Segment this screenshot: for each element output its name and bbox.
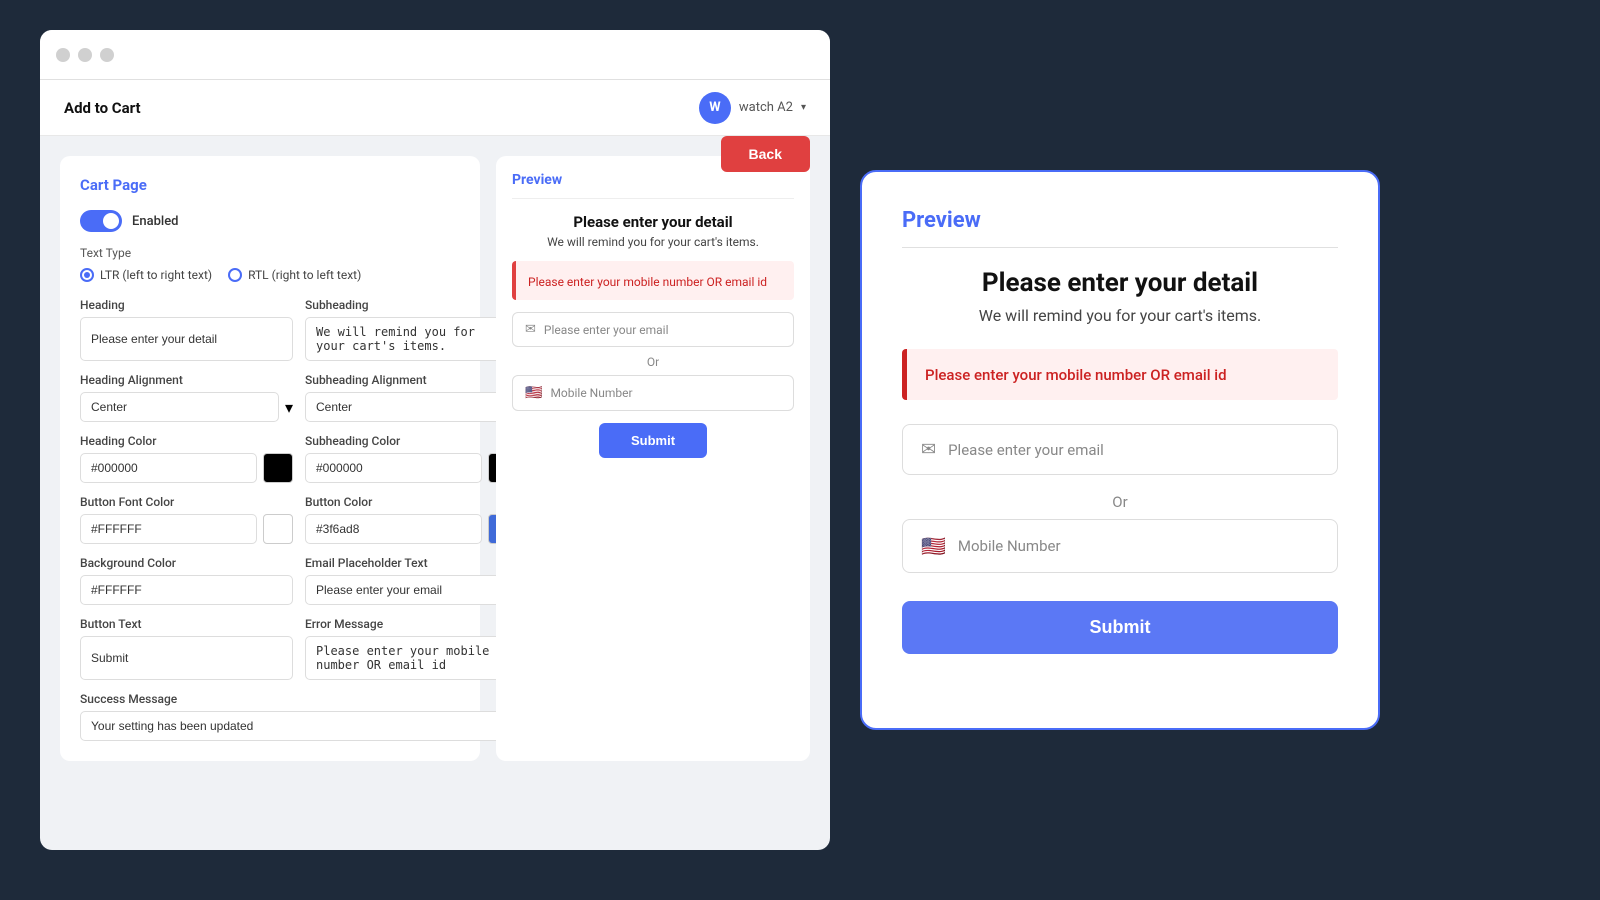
button-text-input[interactable]	[80, 636, 293, 680]
small-preview-mobile-input: 🇺🇸 Mobile Number	[512, 375, 794, 411]
large-preview-submit[interactable]: Submit	[902, 601, 1338, 654]
small-preview-or: Or	[512, 355, 794, 369]
small-preview-error-box: Please enter your mobile number OR email…	[512, 261, 794, 300]
subheading-color-input[interactable]	[305, 453, 482, 483]
large-preview-error-text: Please enter your mobile number OR email…	[925, 366, 1227, 384]
titlebar-dot-3	[100, 48, 114, 62]
heading-color-input[interactable]	[80, 453, 257, 483]
large-preview-mobile-input: 🇺🇸 Mobile Number	[902, 519, 1338, 573]
small-preview-error-text: Please enter your mobile number OR email…	[528, 275, 767, 289]
window-title: Add to Cart	[64, 99, 141, 117]
subheading-align-input[interactable]	[305, 392, 504, 422]
subheading-label: Subheading	[305, 298, 518, 312]
small-preview-subheading: We will remind you for your cart's items…	[512, 235, 794, 249]
heading-align-group: Heading Alignment ▾	[80, 373, 293, 422]
button-color-group: Button Color	[305, 495, 518, 544]
large-preview-title: Preview	[902, 208, 1338, 248]
large-preview-error-box: Please enter your mobile number OR email…	[902, 349, 1338, 400]
error-message-group: Error Message Please enter your mobile n…	[305, 617, 518, 680]
heading-align-input[interactable]	[80, 392, 279, 422]
email-placeholder-group: Email Placeholder Text	[305, 556, 518, 605]
large-preview-email-placeholder: Please enter your email	[948, 441, 1104, 459]
heading-color-swatch[interactable]	[263, 453, 293, 483]
subheading-align-label: Subheading Alignment	[305, 373, 518, 387]
large-preview-subheading: We will remind you for your cart's items…	[902, 306, 1338, 325]
button-font-color-swatch[interactable]	[263, 514, 293, 544]
ltr-radio[interactable]: LTR (left to right text)	[80, 268, 212, 282]
watch-badge[interactable]: W watch A2 ▾	[699, 92, 806, 124]
success-message-label: Success Message	[80, 692, 518, 706]
subheading-input[interactable]: We will remind you for your cart's items…	[305, 317, 518, 361]
heading-group: Heading	[80, 298, 293, 361]
large-us-flag-icon: 🇺🇸	[921, 534, 946, 558]
watch-label: watch A2	[739, 100, 793, 115]
back-button[interactable]: Back	[721, 136, 810, 172]
text-type-label: Text Type	[80, 246, 460, 260]
titlebar	[40, 30, 830, 80]
enabled-toggle[interactable]	[80, 210, 122, 232]
rtl-radio-circle	[228, 268, 242, 282]
subheading-color-label: Subheading Color	[305, 434, 518, 448]
error-message-input[interactable]: Please enter your mobile number OR email…	[305, 636, 518, 680]
background-color-input[interactable]	[80, 575, 293, 605]
main-window: Add to Cart W watch A2 ▾ Back Cart Page …	[40, 30, 830, 850]
envelope-icon: ✉	[525, 322, 536, 337]
cart-panel-title: Cart Page	[80, 176, 460, 194]
background-color-label: Background Color	[80, 556, 293, 570]
error-message-label: Error Message	[305, 617, 518, 631]
us-flag-icon: 🇺🇸	[525, 385, 542, 401]
large-preview-email-input: ✉ Please enter your email	[902, 424, 1338, 475]
large-preview-mobile-placeholder: Mobile Number	[958, 537, 1061, 555]
heading-align-chevron: ▾	[285, 398, 293, 417]
window-content: Back Cart Page Enabled Text Type LTR (le…	[40, 136, 830, 761]
success-message-group: Success Message	[80, 692, 518, 741]
small-preview-panel: Preview Please enter your detail We will…	[496, 156, 810, 761]
button-text-label: Button Text	[80, 617, 293, 631]
small-preview-mobile-placeholder: Mobile Number	[550, 386, 632, 400]
button-font-color-group: Button Font Color	[80, 495, 293, 544]
heading-input[interactable]	[80, 317, 293, 361]
background-color-group: Background Color	[80, 556, 293, 605]
large-preview-heading: Please enter your detail	[902, 268, 1338, 298]
ltr-radio-circle	[80, 268, 94, 282]
email-placeholder-input[interactable]	[305, 575, 518, 605]
small-preview-email-placeholder: Please enter your email	[544, 323, 669, 337]
button-font-color-input[interactable]	[80, 514, 257, 544]
heading-label: Heading	[80, 298, 293, 312]
button-text-group: Button Text	[80, 617, 293, 680]
heading-color-label: Heading Color	[80, 434, 293, 448]
button-color-input[interactable]	[305, 514, 482, 544]
large-envelope-icon: ✉	[921, 439, 936, 460]
large-preview-or: Or	[902, 493, 1338, 511]
rtl-label: RTL (right to left text)	[248, 268, 361, 282]
cart-panel: Cart Page Enabled Text Type LTR (left to…	[60, 156, 480, 761]
small-preview-email-input: ✉ Please enter your email	[512, 312, 794, 347]
subheading-color-group: Subheading Color	[305, 434, 518, 483]
small-preview-title: Preview	[512, 172, 794, 199]
small-preview-submit[interactable]: Submit	[599, 423, 707, 458]
large-preview-card: Preview Please enter your detail We will…	[860, 170, 1380, 730]
enabled-toggle-row: Enabled	[80, 210, 460, 232]
button-font-color-label: Button Font Color	[80, 495, 293, 509]
window-header: Add to Cart W watch A2 ▾	[40, 80, 830, 136]
titlebar-dot-2	[78, 48, 92, 62]
heading-align-label: Heading Alignment	[80, 373, 293, 387]
button-color-label: Button Color	[305, 495, 518, 509]
subheading-group: Subheading We will remind you for your c…	[305, 298, 518, 361]
text-type-radio-row: LTR (left to right text) RTL (right to l…	[80, 268, 460, 282]
success-message-input[interactable]	[80, 711, 518, 741]
small-preview-heading: Please enter your detail	[512, 213, 794, 231]
enabled-label: Enabled	[132, 214, 179, 229]
chevron-down-icon: ▾	[801, 102, 806, 113]
email-placeholder-label: Email Placeholder Text	[305, 556, 518, 570]
ltr-label: LTR (left to right text)	[100, 268, 212, 282]
heading-color-group: Heading Color	[80, 434, 293, 483]
watch-avatar: W	[699, 92, 731, 124]
rtl-radio[interactable]: RTL (right to left text)	[228, 268, 361, 282]
form-grid: Heading Subheading We will remind you fo…	[80, 298, 460, 741]
subheading-align-group: Subheading Alignment ▾	[305, 373, 518, 422]
titlebar-dot-1	[56, 48, 70, 62]
